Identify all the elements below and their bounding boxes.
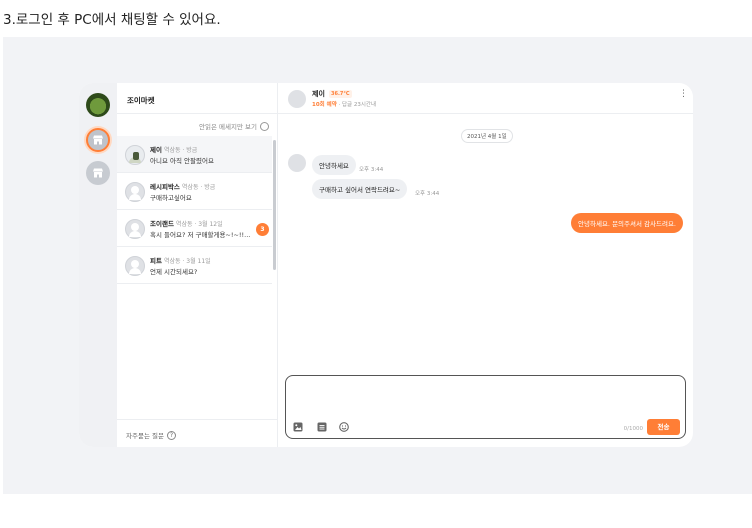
last-message: 언제 시간되세요? — [150, 268, 198, 276]
send-button[interactable]: 전송 — [647, 419, 680, 435]
avatar — [288, 154, 306, 172]
account-rail — [79, 83, 117, 447]
avatar — [125, 182, 145, 202]
chat-app-window: 조이마켓 안읽은 메세지만 보기 제이 역삼동 · 방금 아니요 아직 안팔렸어요… — [79, 83, 693, 447]
contact-name: 피트 — [150, 257, 162, 265]
chat-partner-name: 제이 — [312, 90, 325, 98]
page-caption: 3.로그인 후 PC에서 채팅할 수 있어요. — [3, 12, 221, 28]
avatar — [125, 256, 145, 276]
faq-link[interactable]: 자주묻는 질문 ? — [126, 430, 176, 440]
profile-avatar[interactable] — [86, 93, 110, 117]
store-icon[interactable] — [86, 161, 110, 185]
response-info: 10회 예약 · 답글 23시간내 — [312, 100, 376, 108]
contact-name: 레시피박스 — [150, 183, 180, 191]
avatar — [125, 219, 145, 239]
message-time: 오후 3:44 — [415, 191, 440, 197]
conversation-row[interactable]: 제이 역삼동 · 방금 아니요 아직 안팔렸어요 — [117, 136, 272, 173]
faq-label: 자주묻는 질문 — [126, 432, 164, 440]
conversation-list: 조이마켓 안읽은 메세지만 보기 제이 역삼동 · 방금 아니요 아직 안팔렸어요… — [117, 83, 278, 447]
emoji-icon[interactable] — [339, 422, 349, 432]
response-rest: · 답글 23시간내 — [338, 102, 377, 108]
contact-meta: 역삼동 · 3월 11일 — [163, 258, 211, 265]
response-highlight: 10회 예약 — [312, 102, 337, 108]
contact-name: 제이 — [150, 146, 162, 154]
list-scrollbar[interactable] — [273, 140, 276, 270]
conversation-row[interactable]: 피트 역삼동 · 3월 11일 언제 시간되세요? — [117, 247, 272, 284]
unread-filter-checkbox[interactable] — [260, 121, 269, 131]
date-divider: 2021년 4월 1일 — [461, 129, 513, 143]
message-time: 오후 3:44 — [359, 167, 384, 173]
conversation-row[interactable]: 레시피박스 역삼동 · 방금 구매하고싶어요 — [117, 173, 272, 210]
outgoing-message: 안녕하세요. 문의주셔서 감사드려요. — [571, 213, 683, 233]
manner-temperature-badge: 36.7°C — [329, 90, 352, 98]
character-count: 0/1000 — [623, 426, 643, 432]
chat-pane: 제이 36.7°C 10회 예약 · 답글 23시간내 ⋮ 2021년 4월 1… — [278, 83, 693, 447]
unread-filter[interactable]: 안읽은 메세지만 보기 — [199, 121, 269, 131]
divider — [117, 113, 277, 114]
divider — [117, 419, 277, 420]
help-icon: ? — [166, 430, 176, 440]
contact-meta: 역삼동 · 방금 — [181, 184, 216, 191]
last-message: 구매하고싶어요 — [150, 194, 192, 202]
avatar — [288, 90, 306, 108]
contact-name: 조이랜드 — [150, 220, 174, 228]
store-name: 조이마켓 — [127, 96, 155, 105]
incoming-message: 안녕하세요 — [312, 155, 356, 175]
template-icon[interactable] — [317, 422, 327, 432]
more-menu-icon[interactable]: ⋮ — [679, 90, 688, 99]
unread-filter-label: 안읽은 메세지만 보기 — [199, 123, 257, 131]
contact-meta: 역삼동 · 3월 12일 — [175, 221, 223, 228]
unread-badge: 3 — [256, 223, 269, 236]
screenshot-stage: 조이마켓 안읽은 메세지만 보기 제이 역삼동 · 방금 아니요 아직 안팔렸어요… — [3, 37, 752, 494]
last-message: 아니요 아직 안팔렸어요 — [150, 157, 214, 165]
chat-header: 제이 36.7°C 10회 예약 · 답글 23시간내 ⋮ — [278, 83, 693, 114]
message-composer[interactable]: 0/1000 전송 — [285, 375, 686, 439]
store-icon[interactable] — [86, 128, 110, 152]
image-upload-icon[interactable] — [293, 422, 303, 432]
last-message: 혹시 들어요? 저 구매할게용~!~!!... — [150, 231, 250, 239]
contact-meta: 역삼동 · 방금 — [163, 147, 198, 154]
conversation-row[interactable]: 조이랜드 역삼동 · 3월 12일 혹시 들어요? 저 구매할게용~!~!!...… — [117, 210, 272, 247]
avatar — [125, 145, 145, 165]
incoming-message: 구매하고 싶어서 연락드려요~ — [312, 179, 408, 199]
